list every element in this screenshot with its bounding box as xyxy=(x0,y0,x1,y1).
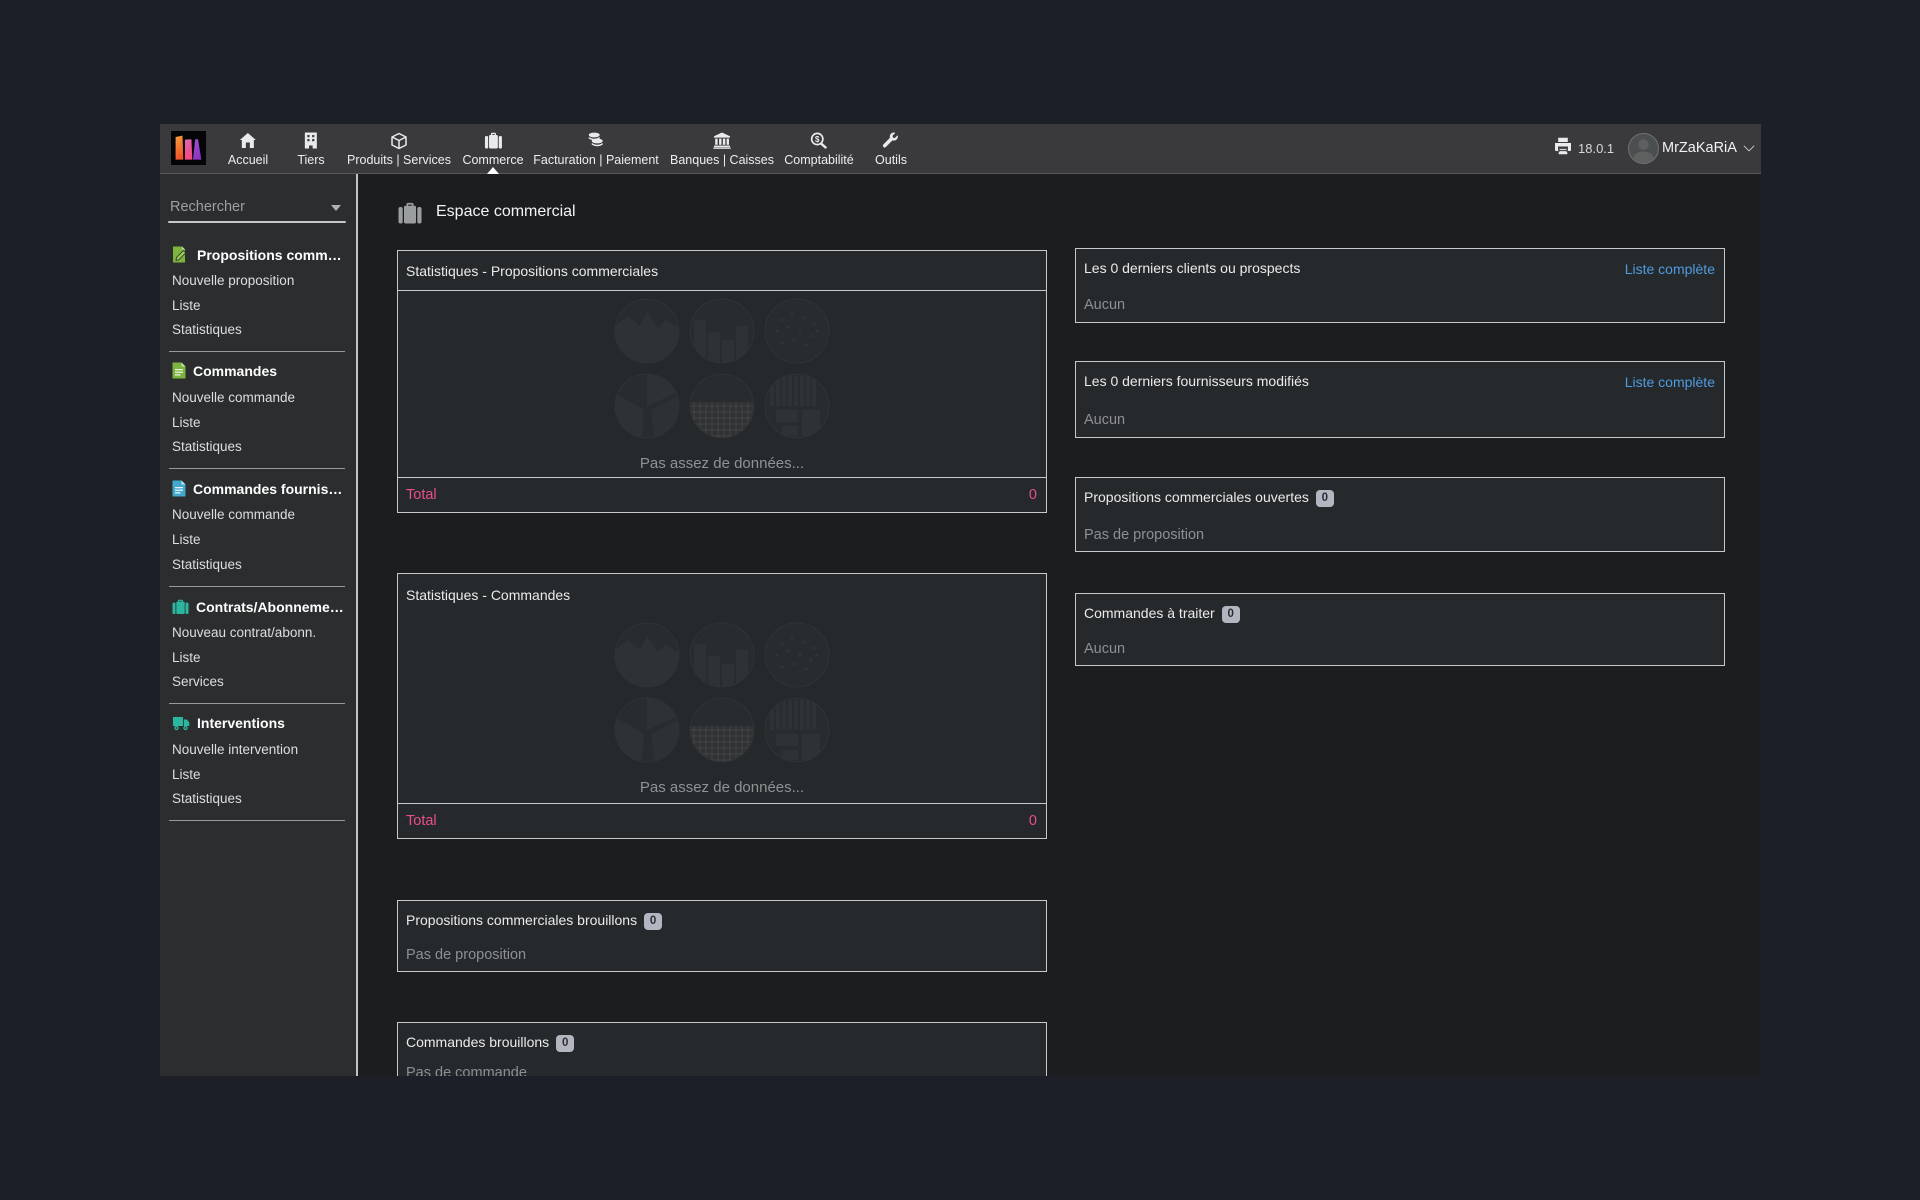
svg-text:$: $ xyxy=(815,135,820,144)
